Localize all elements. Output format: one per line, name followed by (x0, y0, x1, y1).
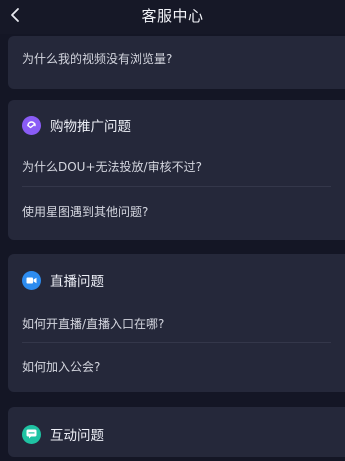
page-title: 客服中心 (141, 7, 204, 25)
question-item[interactable]: 如何加入公会? (22, 358, 100, 375)
question-item[interactable]: 为什么DOU+无法投放/审核不过? (22, 158, 202, 175)
shopping-promotion-icon (22, 115, 41, 135)
section-card-live: 直播问题 如何开直播/直播入口在哪? 如何加入公会? (8, 254, 345, 392)
section-title: 购物推广问题 (50, 119, 131, 135)
section-card-shopping: 购物推广问题 为什么DOU+无法投放/审核不过? 使用星图遇到其他问题? (8, 100, 345, 240)
section-title: 互动问题 (50, 428, 104, 444)
section-header: 直播问题 (22, 254, 104, 306)
section-header: 互动问题 (22, 407, 104, 461)
header-bar: 客服中心 (0, 0, 345, 34)
live-video-icon (22, 270, 41, 290)
interaction-chat-icon (22, 424, 41, 444)
question-item[interactable]: 为什么我的视频没有浏览量? (22, 50, 172, 67)
section-card-interaction: 互动问题 (8, 407, 345, 457)
section-header: 购物推广问题 (22, 100, 131, 150)
question-item[interactable]: 使用星图遇到其他问题? (22, 203, 148, 220)
divider (22, 186, 331, 187)
question-item[interactable]: 如何开直播/直播入口在哪? (22, 315, 164, 332)
section-title: 直播问题 (50, 274, 104, 290)
divider (22, 342, 331, 343)
top-question-card: 为什么我的视频没有浏览量? (8, 36, 345, 89)
